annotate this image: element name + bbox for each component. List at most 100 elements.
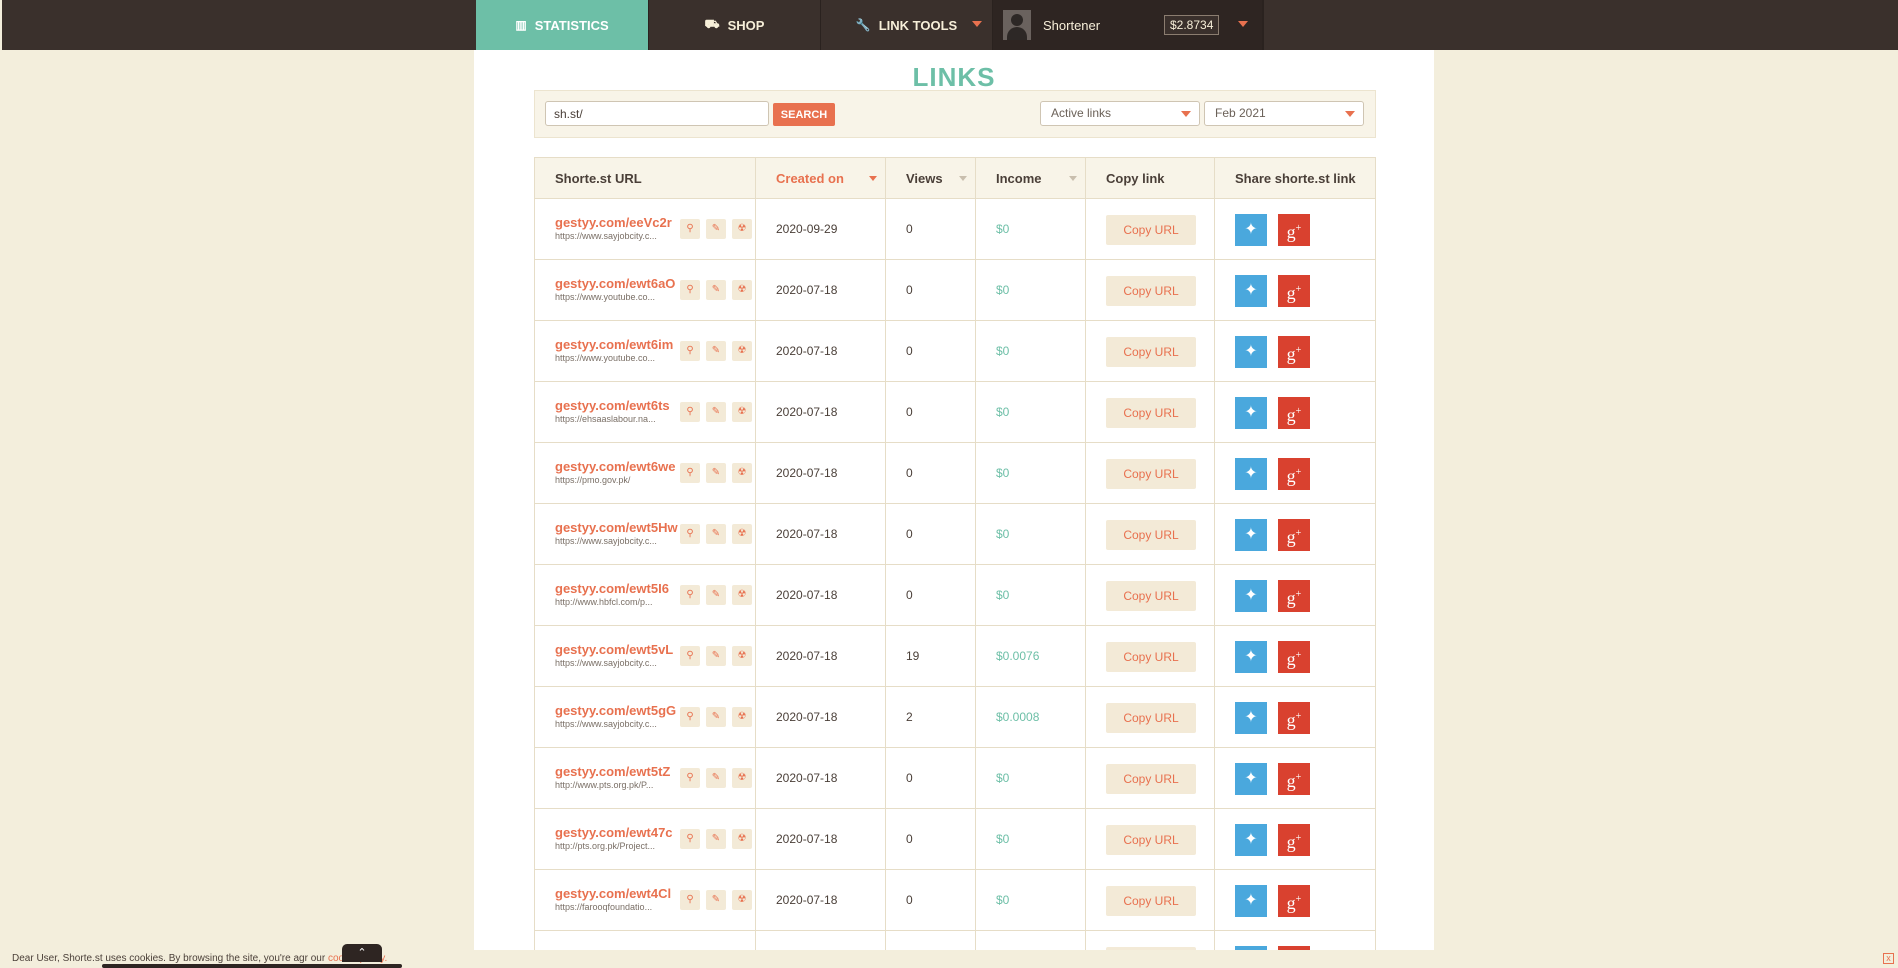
copy-url-button[interactable]: Copy URL: [1106, 703, 1196, 733]
search-icon[interactable]: ⚲: [680, 219, 700, 239]
copy-url-button[interactable]: Copy URL: [1106, 886, 1196, 916]
copy-url-button[interactable]: Copy URL: [1106, 520, 1196, 550]
google-plus-icon[interactable]: g+: [1278, 458, 1310, 490]
pencil-icon[interactable]: ✎: [706, 585, 726, 605]
pencil-icon[interactable]: ✎: [706, 341, 726, 361]
google-plus-icon[interactable]: g+: [1278, 580, 1310, 612]
twitter-icon[interactable]: ✦: [1235, 702, 1267, 734]
pencil-icon[interactable]: ✎: [706, 707, 726, 727]
copy-url-button[interactable]: Copy URL: [1106, 459, 1196, 489]
trash-icon[interactable]: ☢: [732, 768, 752, 788]
search-icon[interactable]: ⚲: [680, 646, 700, 666]
trash-icon[interactable]: ☢: [732, 524, 752, 544]
search-icon[interactable]: ⚲: [680, 829, 700, 849]
pencil-icon[interactable]: ✎: [706, 646, 726, 666]
trash-icon[interactable]: ☢: [732, 707, 752, 727]
google-plus-icon[interactable]: g+: [1278, 275, 1310, 307]
twitter-icon[interactable]: ✦: [1235, 275, 1267, 307]
trash-icon[interactable]: ☢: [732, 646, 752, 666]
search-icon[interactable]: ⚲: [680, 341, 700, 361]
pencil-icon[interactable]: ✎: [706, 463, 726, 483]
twitter-icon[interactable]: ✦: [1235, 824, 1267, 856]
status-select[interactable]: Active links: [1040, 101, 1200, 126]
pencil-icon[interactable]: ✎: [706, 219, 726, 239]
search-icon[interactable]: ⚲: [680, 585, 700, 605]
col-header-created[interactable]: Created on: [756, 158, 886, 200]
created-cell: 2020-09-29: [756, 199, 886, 260]
google-plus-icon[interactable]: g+: [1278, 336, 1310, 368]
twitter-icon[interactable]: ✦: [1235, 580, 1267, 612]
short-link[interactable]: gestyy.com/ewt6im: [555, 337, 679, 352]
twitter-icon[interactable]: ✦: [1235, 397, 1267, 429]
pencil-icon[interactable]: ✎: [706, 768, 726, 788]
twitter-icon[interactable]: ✦: [1235, 336, 1267, 368]
trash-icon[interactable]: ☢: [732, 219, 752, 239]
trash-icon[interactable]: ☢: [732, 280, 752, 300]
search-icon[interactable]: ⚲: [680, 463, 700, 483]
short-link[interactable]: gestyy.com/ewt5tZ: [555, 764, 679, 779]
trash-icon[interactable]: ☢: [732, 341, 752, 361]
google-plus-icon[interactable]: g+: [1278, 641, 1310, 673]
search-button[interactable]: SEARCH: [773, 103, 835, 126]
search-icon[interactable]: ⚲: [680, 280, 700, 300]
twitter-icon[interactable]: ✦: [1235, 885, 1267, 917]
twitter-icon[interactable]: ✦: [1235, 458, 1267, 490]
short-link[interactable]: gestyy.com/ewt47c: [555, 825, 679, 840]
close-icon[interactable]: x: [1883, 953, 1894, 964]
twitter-icon[interactable]: ✦: [1235, 214, 1267, 246]
copy-url-button[interactable]: Copy URL: [1106, 337, 1196, 367]
google-plus-icon[interactable]: g+: [1278, 824, 1310, 856]
pencil-icon[interactable]: ✎: [706, 829, 726, 849]
short-link[interactable]: gestyy.com/ewt4Cl: [555, 886, 679, 901]
short-link[interactable]: gestyy.com/ewt6aO: [555, 276, 679, 291]
copy-url-button[interactable]: Copy URL: [1106, 764, 1196, 794]
nav-statistics[interactable]: ▥ STATISTICS: [476, 0, 649, 50]
nav-link-tools[interactable]: 🔧 LINK TOOLS: [821, 0, 993, 50]
col-header-income[interactable]: Income: [976, 158, 1086, 200]
google-plus-icon[interactable]: g+: [1278, 885, 1310, 917]
short-link[interactable]: gestyy.com/ewt5gG: [555, 703, 679, 718]
short-link[interactable]: gestyy.com/eeVc2r: [555, 215, 679, 230]
search-icon[interactable]: ⚲: [680, 768, 700, 788]
pencil-icon[interactable]: ✎: [706, 280, 726, 300]
copy-url-button[interactable]: Copy URL: [1106, 276, 1196, 306]
short-link[interactable]: gestyy.com/ewt6ts: [555, 398, 679, 413]
twitter-icon[interactable]: ✦: [1235, 641, 1267, 673]
short-link[interactable]: gestyy.com/ewt5I6: [555, 581, 679, 596]
views-count: 0: [906, 405, 913, 419]
pencil-icon[interactable]: ✎: [706, 402, 726, 422]
trash-icon[interactable]: ☢: [732, 890, 752, 910]
short-link[interactable]: gestyy.com/ewt5Hw: [555, 520, 679, 535]
month-select[interactable]: Feb 2021: [1204, 101, 1364, 126]
copy-url-button[interactable]: Copy URL: [1106, 642, 1196, 672]
google-plus-icon[interactable]: g+: [1278, 519, 1310, 551]
google-plus-icon[interactable]: g+: [1278, 702, 1310, 734]
twitter-icon[interactable]: ✦: [1235, 763, 1267, 795]
trash-icon[interactable]: ☢: [732, 402, 752, 422]
nav-shop[interactable]: ⛟ SHOP: [649, 0, 821, 50]
scroll-up-button[interactable]: ⌃: [342, 944, 382, 962]
copy-url-button[interactable]: Copy URL: [1106, 581, 1196, 611]
trash-icon[interactable]: ☢: [732, 585, 752, 605]
search-icon[interactable]: ⚲: [680, 707, 700, 727]
trash-icon[interactable]: ☢: [732, 463, 752, 483]
pencil-icon[interactable]: ✎: [706, 524, 726, 544]
short-link[interactable]: gestyy.com/ewt5vL: [555, 642, 679, 657]
google-plus-icon[interactable]: g+: [1278, 763, 1310, 795]
trash-icon[interactable]: ☢: [732, 829, 752, 849]
search-icon[interactable]: ⚲: [680, 524, 700, 544]
col-header-views[interactable]: Views: [886, 158, 976, 200]
google-plus-icon[interactable]: g+: [1278, 397, 1310, 429]
copy-url-button[interactable]: Copy URL: [1106, 398, 1196, 428]
copy-url-button[interactable]: Copy URL: [1106, 825, 1196, 855]
search-icon[interactable]: ⚲: [680, 890, 700, 910]
copy-url-button[interactable]: Copy URL: [1106, 215, 1196, 245]
search-icon[interactable]: ⚲: [680, 402, 700, 422]
pencil-icon[interactable]: ✎: [706, 890, 726, 910]
user-menu[interactable]: Shortener $2.8734: [993, 0, 1263, 50]
search-input[interactable]: [545, 101, 769, 126]
google-plus-icon[interactable]: g+: [1278, 214, 1310, 246]
scrollbar[interactable]: [102, 964, 402, 968]
short-link[interactable]: gestyy.com/ewt6we: [555, 459, 679, 474]
twitter-icon[interactable]: ✦: [1235, 519, 1267, 551]
